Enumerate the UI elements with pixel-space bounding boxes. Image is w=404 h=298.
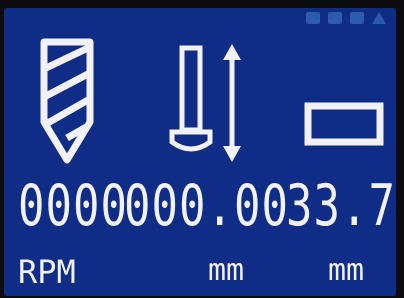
status-bar bbox=[306, 10, 386, 26]
status-block-icon bbox=[328, 12, 342, 24]
rectangle-icon bbox=[304, 102, 384, 146]
lcd-screen: 0000 000.00 33.75 RPM mm mm bbox=[4, 8, 396, 296]
speed-unit-label: RPM bbox=[18, 253, 76, 291]
drill-bit-icon bbox=[40, 38, 94, 164]
depth-unit-label: mm bbox=[208, 253, 245, 288]
spindle-speed-readout: 0000 bbox=[18, 172, 128, 240]
depth-gauge-icon bbox=[169, 44, 241, 162]
status-block-icon bbox=[350, 12, 364, 24]
width-unit-label: mm bbox=[328, 253, 365, 288]
status-block-icon bbox=[306, 12, 320, 24]
width-readout: 33.75 bbox=[286, 172, 396, 240]
status-warning-icon bbox=[372, 12, 386, 24]
depth-readout: 000.00 bbox=[124, 172, 289, 240]
